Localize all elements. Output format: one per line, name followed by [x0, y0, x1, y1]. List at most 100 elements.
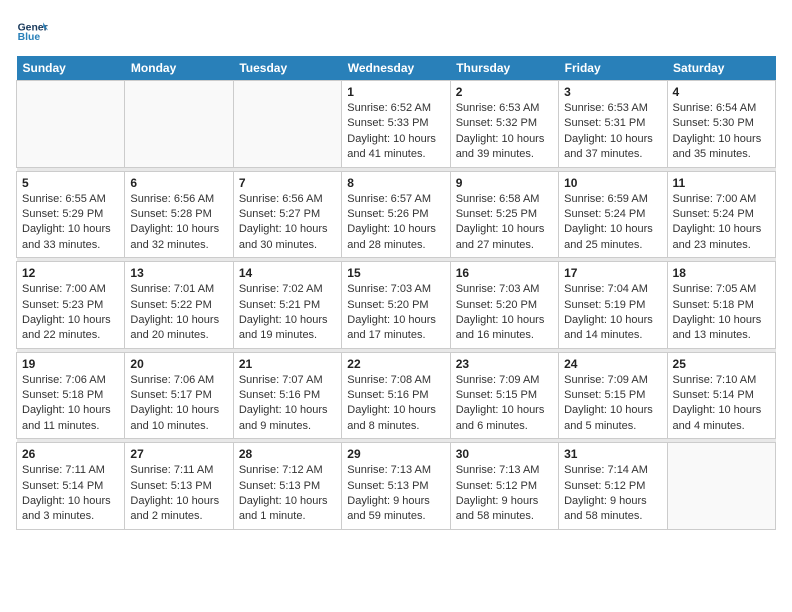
day-info: Sunrise: 6:57 AM Sunset: 5:26 PM Dayligh…: [347, 192, 444, 254]
calendar-header-saturday: Saturday: [667, 56, 775, 81]
calendar-cell: 22 Sunrise: 7:08 AM Sunset: 5:16 PM Dayli…: [342, 352, 450, 439]
day-info: Sunrise: 7:13 AM Sunset: 5:12 PM Dayligh…: [456, 463, 553, 525]
day-info: Sunrise: 7:00 AM Sunset: 5:24 PM Dayligh…: [673, 192, 770, 254]
day-info: Sunrise: 7:07 AM Sunset: 5:16 PM Dayligh…: [239, 373, 336, 435]
calendar-header-sunday: Sunday: [17, 56, 125, 81]
calendar-cell: 11 Sunrise: 7:00 AM Sunset: 5:24 PM Dayli…: [667, 171, 775, 258]
calendar-cell: 25 Sunrise: 7:10 AM Sunset: 5:14 PM Dayli…: [667, 352, 775, 439]
calendar-week-row: 1 Sunrise: 6:52 AM Sunset: 5:33 PM Daylig…: [17, 81, 776, 168]
day-info: Sunrise: 7:03 AM Sunset: 5:20 PM Dayligh…: [456, 282, 553, 344]
calendar-table: SundayMondayTuesdayWednesdayThursdayFrid…: [16, 56, 776, 530]
day-info: Sunrise: 6:52 AM Sunset: 5:33 PM Dayligh…: [347, 101, 444, 163]
day-number: 24: [564, 357, 661, 371]
day-number: 28: [239, 447, 336, 461]
day-info: Sunrise: 6:56 AM Sunset: 5:27 PM Dayligh…: [239, 192, 336, 254]
day-number: 12: [22, 266, 119, 280]
calendar-header-monday: Monday: [125, 56, 233, 81]
calendar-cell: 18Sunrise: 7:05 AM Sunset: 5:18 PM Dayli…: [667, 262, 775, 349]
day-number: 8: [347, 176, 444, 190]
calendar-cell: 13Sunrise: 7:01 AM Sunset: 5:22 PM Dayli…: [125, 262, 233, 349]
calendar-cell: 2 Sunrise: 6:53 AM Sunset: 5:32 PM Daylig…: [450, 81, 558, 168]
calendar-header-row: SundayMondayTuesdayWednesdayThursdayFrid…: [17, 56, 776, 81]
day-info: Sunrise: 7:08 AM Sunset: 5:16 PM Dayligh…: [347, 373, 444, 435]
day-number: 30: [456, 447, 553, 461]
day-info: Sunrise: 7:02 AM Sunset: 5:21 PM Dayligh…: [239, 282, 336, 344]
day-number: 23: [456, 357, 553, 371]
page-header: General Blue: [16, 16, 776, 48]
calendar-cell: 31Sunrise: 7:14 AM Sunset: 5:12 PM Dayli…: [559, 443, 667, 530]
day-info: Sunrise: 7:09 AM Sunset: 5:15 PM Dayligh…: [456, 373, 553, 435]
day-number: 1: [347, 85, 444, 99]
day-info: Sunrise: 7:11 AM Sunset: 5:14 PM Dayligh…: [22, 463, 119, 525]
calendar-cell: 20 Sunrise: 7:06 AM Sunset: 5:17 PM Dayli…: [125, 352, 233, 439]
calendar-header-friday: Friday: [559, 56, 667, 81]
calendar-cell: 10 Sunrise: 6:59 AM Sunset: 5:24 PM Dayli…: [559, 171, 667, 258]
calendar-cell: 1 Sunrise: 6:52 AM Sunset: 5:33 PM Daylig…: [342, 81, 450, 168]
calendar-cell: 23 Sunrise: 7:09 AM Sunset: 5:15 PM Dayli…: [450, 352, 558, 439]
calendar-header-tuesday: Tuesday: [233, 56, 341, 81]
calendar-cell: [233, 81, 341, 168]
day-info: Sunrise: 7:06 AM Sunset: 5:17 PM Dayligh…: [130, 373, 227, 435]
calendar-cell: 19 Sunrise: 7:06 AM Sunset: 5:18 PM Dayli…: [17, 352, 125, 439]
calendar-cell: 27Sunrise: 7:11 AM Sunset: 5:13 PM Dayli…: [125, 443, 233, 530]
calendar-header-wednesday: Wednesday: [342, 56, 450, 81]
calendar-cell: 12Sunrise: 7:00 AM Sunset: 5:23 PM Dayli…: [17, 262, 125, 349]
day-number: 26: [22, 447, 119, 461]
calendar-week-row: 19 Sunrise: 7:06 AM Sunset: 5:18 PM Dayli…: [17, 352, 776, 439]
calendar-cell: 14 Sunrise: 7:02 AM Sunset: 5:21 PM Dayli…: [233, 262, 341, 349]
day-number: 3: [564, 85, 661, 99]
calendar-week-row: 26 Sunrise: 7:11 AM Sunset: 5:14 PM Dayli…: [17, 443, 776, 530]
day-info: Sunrise: 7:04 AM Sunset: 5:19 PM Dayligh…: [564, 282, 661, 344]
calendar-cell: 4 Sunrise: 6:54 AM Sunset: 5:30 PM Daylig…: [667, 81, 775, 168]
day-info: Sunrise: 6:55 AM Sunset: 5:29 PM Dayligh…: [22, 192, 119, 254]
calendar-cell: 24 Sunrise: 7:09 AM Sunset: 5:15 PM Dayli…: [559, 352, 667, 439]
calendar-cell: 16 Sunrise: 7:03 AM Sunset: 5:20 PM Dayli…: [450, 262, 558, 349]
day-number: 15: [347, 266, 444, 280]
day-info: Sunrise: 6:54 AM Sunset: 5:30 PM Dayligh…: [673, 101, 770, 163]
calendar-cell: 21Sunrise: 7:07 AM Sunset: 5:16 PM Dayli…: [233, 352, 341, 439]
day-number: 22: [347, 357, 444, 371]
day-number: 4: [673, 85, 770, 99]
day-number: 9: [456, 176, 553, 190]
day-info: Sunrise: 6:58 AM Sunset: 5:25 PM Dayligh…: [456, 192, 553, 254]
day-info: Sunrise: 6:56 AM Sunset: 5:28 PM Dayligh…: [130, 192, 227, 254]
calendar-cell: [667, 443, 775, 530]
day-info: Sunrise: 7:10 AM Sunset: 5:14 PM Dayligh…: [673, 373, 770, 435]
calendar-cell: 6 Sunrise: 6:56 AM Sunset: 5:28 PM Daylig…: [125, 171, 233, 258]
day-number: 25: [673, 357, 770, 371]
day-number: 6: [130, 176, 227, 190]
day-info: Sunrise: 7:12 AM Sunset: 5:13 PM Dayligh…: [239, 463, 336, 525]
day-number: 14: [239, 266, 336, 280]
day-number: 7: [239, 176, 336, 190]
day-number: 11: [673, 176, 770, 190]
logo-icon: General Blue: [16, 16, 48, 48]
day-number: 5: [22, 176, 119, 190]
day-info: Sunrise: 7:13 AM Sunset: 5:13 PM Dayligh…: [347, 463, 444, 525]
day-number: 10: [564, 176, 661, 190]
calendar-cell: 29 Sunrise: 7:13 AM Sunset: 5:13 PM Dayli…: [342, 443, 450, 530]
logo: General Blue: [16, 16, 48, 48]
calendar-cell: 15Sunrise: 7:03 AM Sunset: 5:20 PM Dayli…: [342, 262, 450, 349]
day-number: 17: [564, 266, 661, 280]
day-info: Sunrise: 6:59 AM Sunset: 5:24 PM Dayligh…: [564, 192, 661, 254]
day-info: Sunrise: 6:53 AM Sunset: 5:32 PM Dayligh…: [456, 101, 553, 163]
calendar-cell: 26 Sunrise: 7:11 AM Sunset: 5:14 PM Dayli…: [17, 443, 125, 530]
calendar-week-row: 12Sunrise: 7:00 AM Sunset: 5:23 PM Dayli…: [17, 262, 776, 349]
day-info: Sunrise: 7:01 AM Sunset: 5:22 PM Dayligh…: [130, 282, 227, 344]
calendar-cell: 28 Sunrise: 7:12 AM Sunset: 5:13 PM Dayli…: [233, 443, 341, 530]
day-number: 16: [456, 266, 553, 280]
day-number: 20: [130, 357, 227, 371]
day-number: 19: [22, 357, 119, 371]
calendar-header-thursday: Thursday: [450, 56, 558, 81]
calendar-cell: 17 Sunrise: 7:04 AM Sunset: 5:19 PM Dayli…: [559, 262, 667, 349]
calendar-cell: 8 Sunrise: 6:57 AM Sunset: 5:26 PM Daylig…: [342, 171, 450, 258]
day-info: Sunrise: 7:06 AM Sunset: 5:18 PM Dayligh…: [22, 373, 119, 435]
day-number: 31: [564, 447, 661, 461]
day-number: 29: [347, 447, 444, 461]
day-info: Sunrise: 7:11 AM Sunset: 5:13 PM Dayligh…: [130, 463, 227, 525]
day-info: Sunrise: 7:05 AM Sunset: 5:18 PM Dayligh…: [673, 282, 770, 344]
svg-text:Blue: Blue: [18, 32, 41, 43]
day-info: Sunrise: 7:09 AM Sunset: 5:15 PM Dayligh…: [564, 373, 661, 435]
day-number: 2: [456, 85, 553, 99]
calendar-cell: [125, 81, 233, 168]
